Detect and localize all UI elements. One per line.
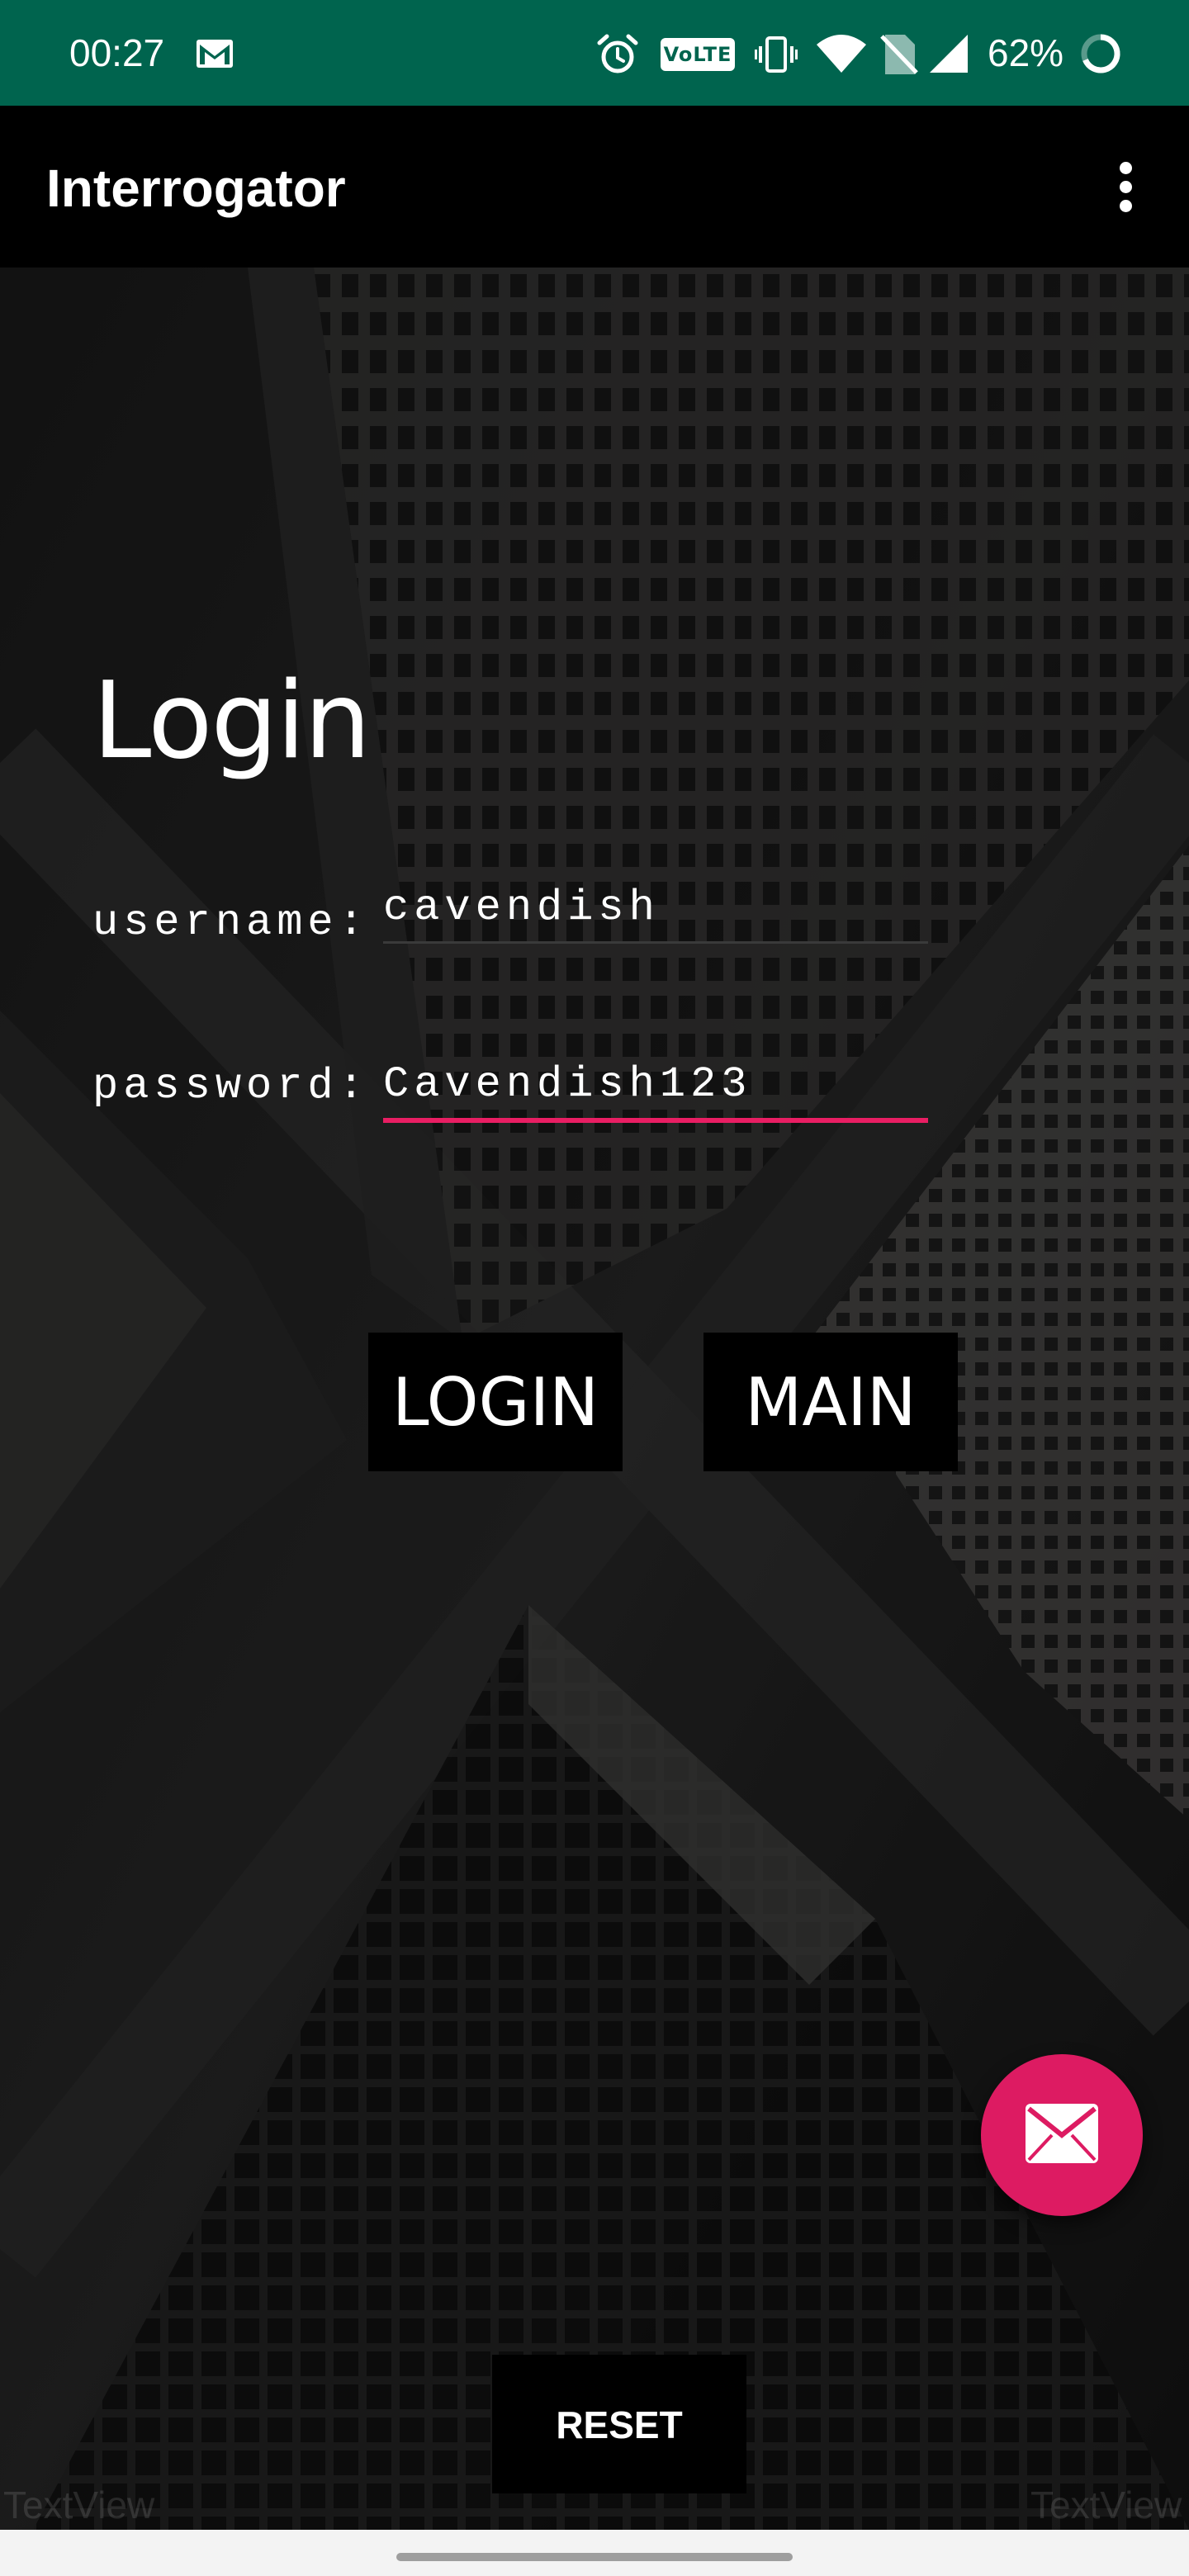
password-underline: [383, 1118, 928, 1123]
left-textview: TextView: [3, 2484, 155, 2526]
app-title: Interrogator: [46, 159, 346, 218]
status-time: 00:27: [69, 31, 165, 74]
login-button[interactable]: LOGIN: [368, 1333, 623, 1471]
login-screen: 00:27 VoLTE 62% Interrogator Login usern…: [0, 0, 1189, 2576]
password-label: password:: [92, 1062, 369, 1110]
password-input[interactable]: [383, 1058, 928, 1111]
email-fab-button[interactable]: [981, 2054, 1143, 2216]
username-label: username:: [92, 898, 369, 947]
status-bar: 00:27 VoLTE 62%: [0, 0, 1189, 106]
no-sim-icon: [880, 35, 918, 74]
right-textview: TextView: [1030, 2484, 1182, 2526]
home-gesture-handle[interactable]: [396, 2553, 793, 2561]
username-underline: [383, 941, 928, 944]
volte-icon: VoLTE: [661, 38, 735, 71]
email-icon: [1026, 2104, 1098, 2163]
overflow-menu-icon[interactable]: [1101, 157, 1151, 216]
login-heading: Login: [92, 660, 371, 783]
wifi-icon: [817, 35, 866, 73]
gmail-icon: [197, 40, 233, 68]
main-button[interactable]: MAIN: [703, 1333, 958, 1471]
alarm-icon: [597, 34, 638, 73]
battery-icon: [1081, 34, 1120, 73]
signal-icon: [930, 35, 968, 73]
app-bar: Interrogator: [0, 106, 1189, 268]
navigation-bar: [0, 2530, 1189, 2576]
reset-button[interactable]: RESET: [492, 2355, 746, 2493]
username-input[interactable]: [383, 882, 928, 935]
vibrate-icon: [755, 36, 798, 73]
battery-percent: 62%: [988, 31, 1064, 74]
